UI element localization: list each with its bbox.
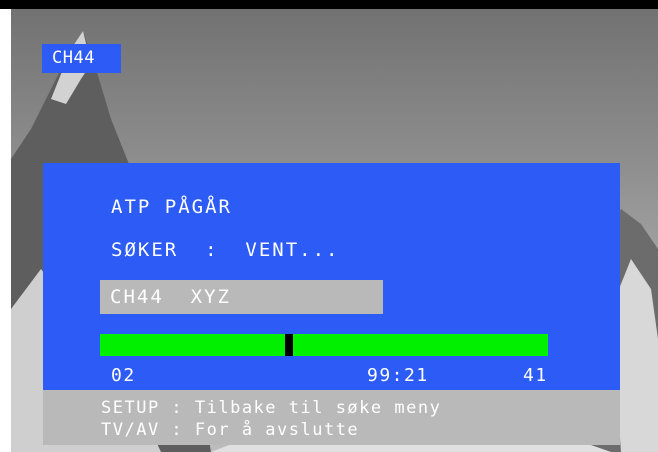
- help-panel: SETUP : Tilbake til søke meny TV/AV : Fo…: [43, 390, 620, 445]
- top-black-bar: [0, 0, 658, 9]
- progress-mid-value: 99:21: [367, 365, 429, 386]
- found-channel-field: CH44 XYZ: [100, 280, 383, 314]
- progress-start-value: 02: [111, 365, 136, 386]
- channel-badge: CH44: [42, 44, 121, 73]
- progress-end-value: 41: [523, 365, 548, 386]
- tv-screen: CH44 ATP PÅGÅR SØKER : VENT... CH44 XYZ …: [0, 0, 658, 452]
- dialog-title: ATP PÅGÅR: [111, 196, 232, 218]
- progress-marker: [285, 334, 293, 356]
- search-progress-bar: [100, 334, 548, 356]
- auto-tune-dialog: ATP PÅGÅR SØKER : VENT... CH44 XYZ 02 99…: [43, 163, 620, 390]
- search-status: SØKER : VENT...: [111, 239, 340, 261]
- help-setup-hint: SETUP : Tilbake til søke meny: [101, 398, 442, 418]
- help-exit-hint: TV/AV : For å avslutte: [101, 420, 360, 440]
